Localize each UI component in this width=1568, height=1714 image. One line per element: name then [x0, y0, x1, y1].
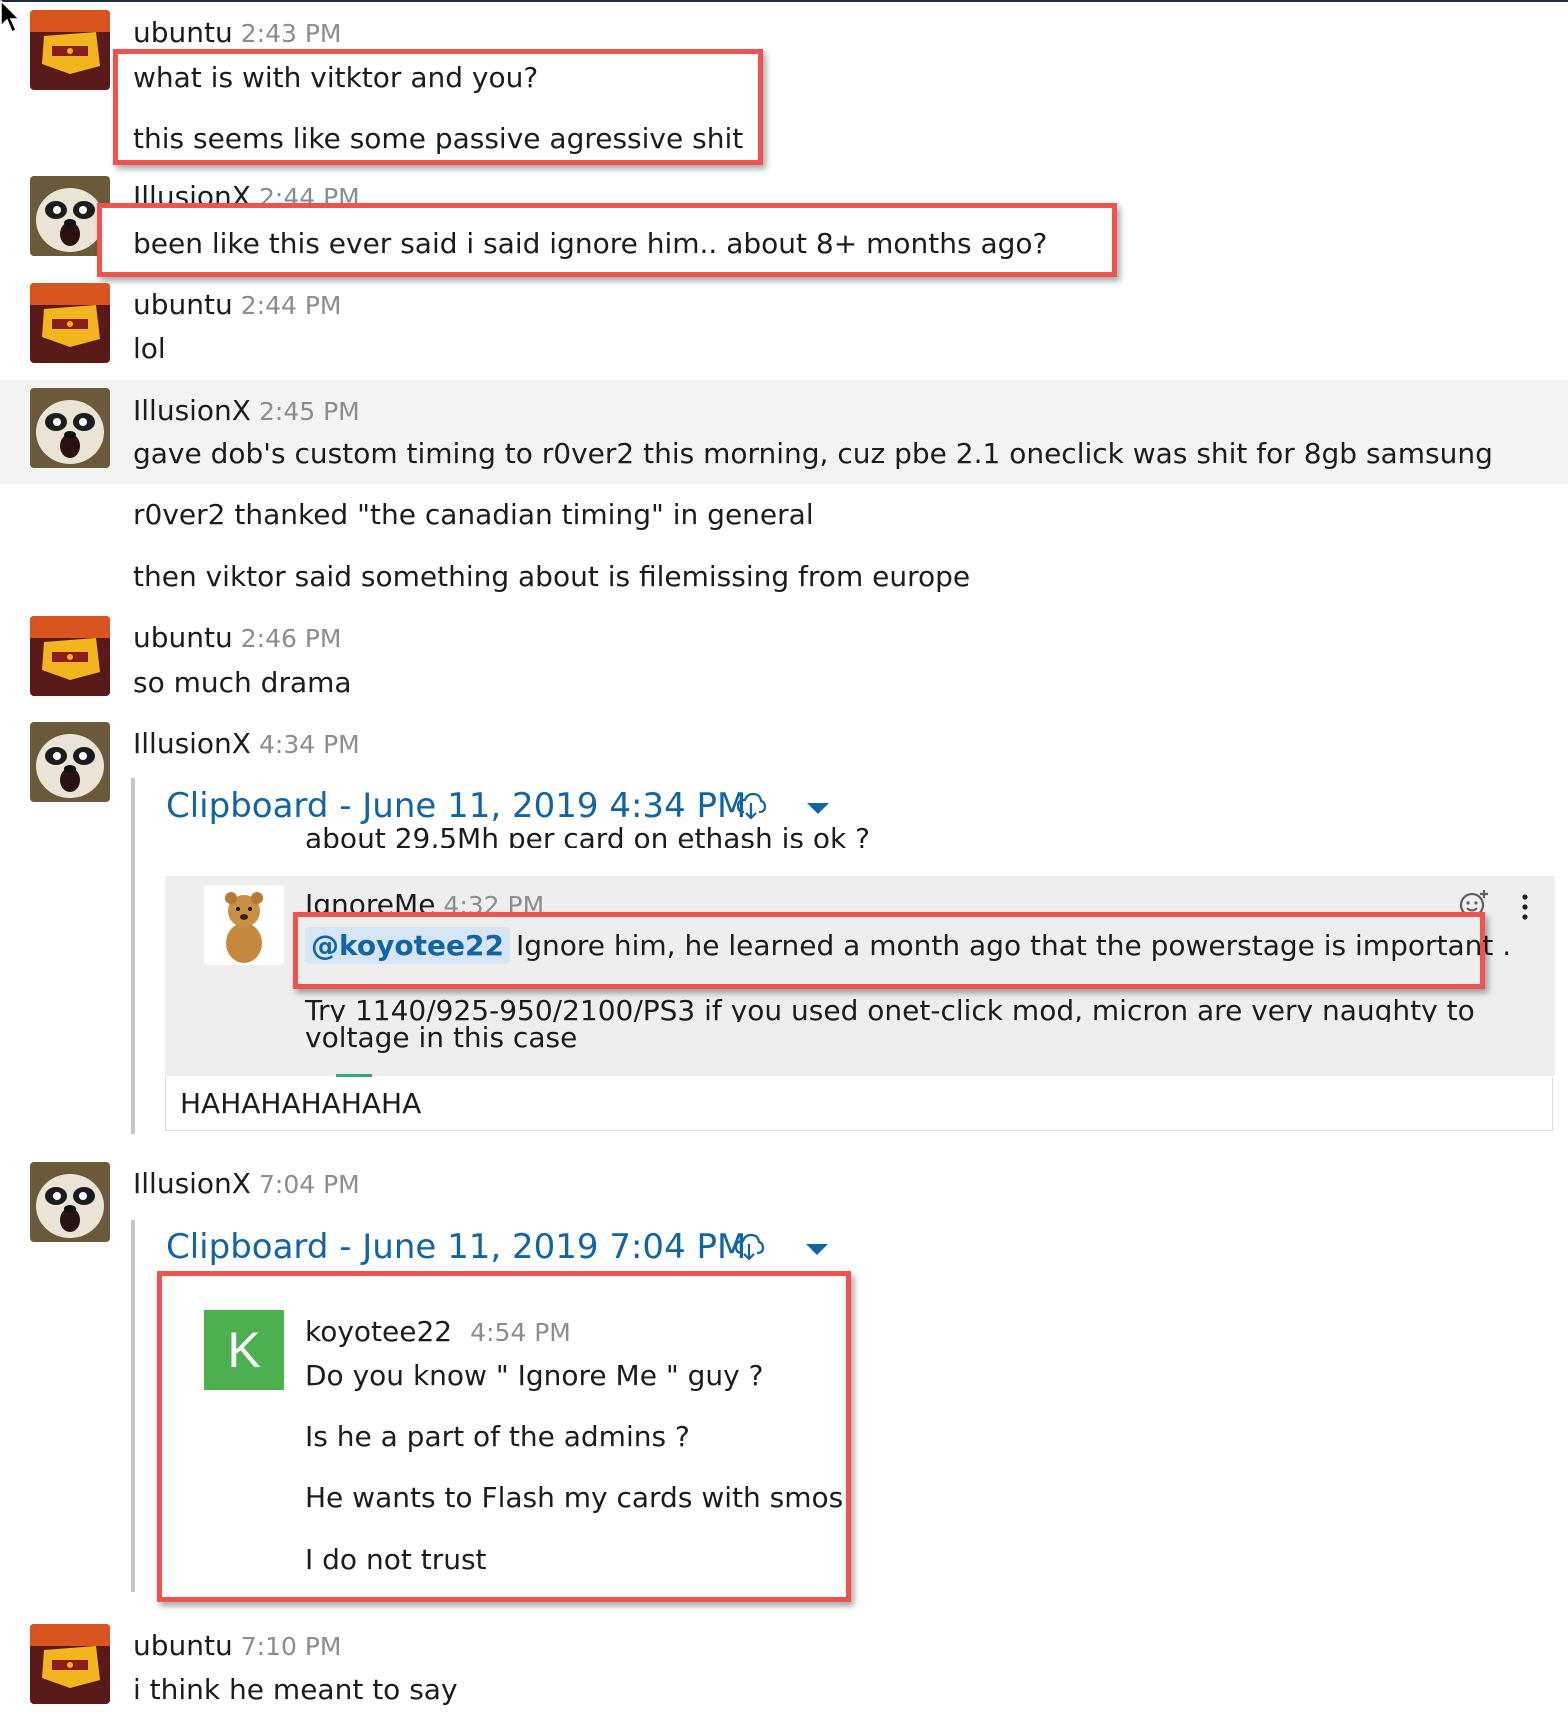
reply-text: HAHAHAHAHAHA	[165, 1077, 1553, 1131]
username[interactable]: IllusionX	[133, 182, 251, 204]
username[interactable]: ubuntu	[133, 1629, 233, 1662]
message-header: IllusionX 4:34 PM	[133, 727, 360, 760]
message-header: IllusionX 2:44 PM	[133, 182, 360, 204]
message-text-overlay: been like this ever said i said ignore h…	[133, 227, 1048, 260]
timestamp[interactable]: 7:04 PM	[259, 1170, 360, 1199]
clipboard-title-link[interactable]: Clipboard - June 11, 2019 4:34 PM	[166, 786, 746, 826]
timestamp[interactable]: 2:46 PM	[241, 624, 342, 653]
cursor-arrow-icon	[0, 0, 21, 34]
message-text: then viktor said something about is file…	[133, 560, 971, 593]
message-header: IgnoreMe 4:32 PM	[305, 890, 544, 914]
timestamp[interactable]: 2:45 PM	[259, 397, 360, 426]
timestamp[interactable]: 4:32 PM	[443, 891, 544, 914]
message-text: gave dob's custom timing to r0ver2 this …	[133, 437, 1493, 470]
timestamp[interactable]: 2:43 PM	[241, 19, 342, 48]
username[interactable]: IllusionX	[133, 727, 251, 760]
caret-down-icon[interactable]	[806, 1244, 828, 1255]
username[interactable]: IllusionX	[133, 1167, 251, 1200]
clipboard-partial-line: about 29,5Mh per card on ethash is ok ?	[305, 826, 870, 848]
message-text: i think he meant to say	[133, 1673, 458, 1706]
timestamp[interactable]: 7:10 PM	[241, 1632, 342, 1661]
avatar-illusionx[interactable]	[30, 388, 110, 468]
message-text: voltage in this case	[305, 1021, 578, 1054]
avatar-ubuntu[interactable]	[30, 1624, 110, 1704]
message-text: r0ver2 thanked "the canadian timing" in …	[133, 498, 814, 531]
message-text: @koyotee22 Ignore him, he learned a month…	[305, 927, 1512, 964]
message-header: koyotee22 4:54 PM	[305, 1315, 571, 1348]
message-text-body: Ignore him, he learned a month ago that …	[515, 929, 1512, 962]
message-text: I do not trust	[305, 1543, 487, 1576]
caret-down-icon[interactable]	[807, 803, 829, 814]
avatar-illusionx[interactable]	[30, 722, 110, 802]
username[interactable]: ubuntu	[133, 288, 233, 321]
message-header: ubuntu 2:43 PM	[133, 16, 342, 49]
annotation-highlight-box	[113, 49, 763, 165]
message-text: He wants to Flash my cards with smos	[305, 1481, 844, 1514]
username[interactable]: koyotee22	[305, 1315, 452, 1348]
message-text: Do you know " Ignore Me " guy ?	[305, 1359, 764, 1392]
avatar-koyotee22[interactable]: K	[204, 1310, 284, 1390]
message-header: IllusionX 7:04 PM	[133, 1167, 360, 1200]
message-text: Is he a part of the admins ?	[305, 1420, 690, 1453]
timestamp[interactable]: 2:44 PM	[241, 291, 342, 320]
username[interactable]: IgnoreMe	[305, 890, 435, 914]
message-header: IllusionX 2:45 PM	[133, 394, 360, 427]
clipboard-title-link[interactable]: Clipboard - June 11, 2019 7:04 PM	[166, 1227, 746, 1267]
timestamp[interactable]: 2:44 PM	[259, 183, 360, 204]
window-top-border	[0, 0, 1568, 2]
attachment-quote-bar	[131, 778, 135, 1134]
message-text: so much drama	[133, 666, 352, 699]
user-mention[interactable]: @koyotee22	[305, 927, 510, 964]
message-header: ubuntu 2:44 PM	[133, 288, 342, 321]
timestamp[interactable]: 4:34 PM	[259, 730, 360, 759]
avatar-ubuntu[interactable]	[30, 10, 110, 90]
message-header: ubuntu 7:10 PM	[133, 1629, 342, 1662]
timestamp[interactable]: 4:54 PM	[470, 1318, 571, 1347]
more-vertical-icon[interactable]	[1520, 893, 1530, 921]
avatar-ubuntu[interactable]	[30, 616, 110, 696]
message-header: ubuntu 2:46 PM	[133, 621, 342, 654]
avatar-illusionx[interactable]	[30, 1162, 110, 1242]
username[interactable]: ubuntu	[133, 621, 233, 654]
message-text: lol	[133, 332, 166, 365]
cloud-download-icon[interactable]	[736, 792, 766, 820]
username[interactable]: ubuntu	[133, 16, 233, 49]
username[interactable]: IllusionX	[133, 394, 251, 427]
avatar-ubuntu[interactable]	[30, 283, 110, 363]
cloud-download-icon[interactable]	[734, 1233, 764, 1261]
avatar-ignoreme[interactable]	[204, 885, 284, 965]
attachment-quote-bar	[131, 1220, 135, 1592]
